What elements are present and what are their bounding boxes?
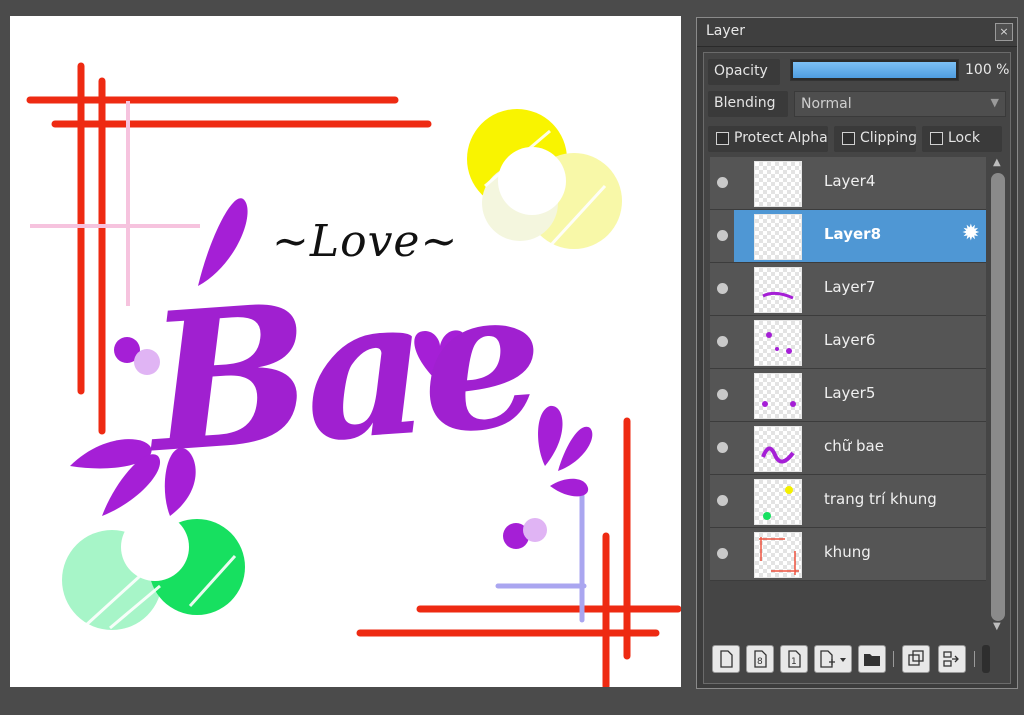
layer-name: Layer8 xyxy=(824,225,882,243)
bae-text: Bae xyxy=(142,245,544,496)
clipping-checkbox[interactable]: Clipping xyxy=(834,126,917,152)
new-8bit-layer-glyph: 8 xyxy=(754,650,767,668)
visibility-icon[interactable] xyxy=(717,442,728,453)
checkbox-box xyxy=(716,132,729,145)
opacity-value: 100 % xyxy=(965,62,1010,78)
layer-row[interactable]: Layer6 xyxy=(710,316,986,369)
opacity-label: Opacity xyxy=(714,63,768,79)
new-folder-glyph xyxy=(864,654,880,666)
opacity-slider[interactable] xyxy=(790,59,959,81)
opacity-slider-fill xyxy=(793,62,956,78)
protect-alpha-label: Protect Alpha xyxy=(734,130,828,146)
visibility-icon[interactable] xyxy=(717,283,728,294)
blending-label: Blending xyxy=(714,95,776,111)
scroll-down-icon[interactable]: ▼ xyxy=(993,621,1001,632)
protect-alpha-checkbox[interactable]: Protect Alpha xyxy=(708,126,828,152)
visibility-icon[interactable] xyxy=(717,495,728,506)
blending-label-box: Blending xyxy=(708,91,788,117)
layer-thumbnail xyxy=(754,320,802,366)
scroll-up-icon[interactable]: ▲ xyxy=(993,157,1001,168)
layer-thumbnail xyxy=(754,267,802,313)
layer-toolbar: 8 1 xyxy=(708,639,1006,679)
visibility-icon[interactable] xyxy=(717,548,728,559)
new-layer-icon[interactable] xyxy=(712,645,740,673)
layer-row-selected[interactable]: Layer8 ✹ xyxy=(710,210,986,263)
merge-layer-glyph xyxy=(943,651,959,667)
blending-mode-select[interactable]: Normal ▼ xyxy=(794,91,1006,117)
thumbnail-art xyxy=(761,446,795,464)
layer-name: Layer4 xyxy=(824,172,876,190)
visibility-icon[interactable] xyxy=(717,336,728,347)
visibility-icon[interactable] xyxy=(717,389,728,400)
clipping-label: Clipping xyxy=(860,130,917,146)
duplicate-layer-icon[interactable] xyxy=(902,645,930,673)
opacity-label-box: Opacity xyxy=(708,59,780,85)
new-folder-icon[interactable] xyxy=(858,645,886,673)
toolbar-grip[interactable] xyxy=(982,645,990,673)
toolbar-divider xyxy=(974,651,975,667)
new-1bit-layer-glyph: 1 xyxy=(788,650,801,668)
layer-thumbnail xyxy=(754,161,802,207)
layer-name: Layer7 xyxy=(824,278,876,296)
layer-row[interactable]: Layer4 xyxy=(710,157,986,210)
layer-name: Layer6 xyxy=(824,331,876,349)
blending-mode-value: Normal xyxy=(801,96,852,112)
layer-list: Layer4 Layer8 ✹ Layer7 Layer6 Layer5 chữ… xyxy=(710,157,988,587)
checkbox-box xyxy=(930,132,943,145)
layer-row[interactable]: Layer7 xyxy=(710,263,986,316)
visibility-icon[interactable] xyxy=(717,177,728,188)
add-layer-menu-icon[interactable] xyxy=(814,645,852,673)
layer-thumbnail xyxy=(754,214,802,260)
scrollbar-thumb[interactable] xyxy=(991,173,1005,621)
close-icon[interactable]: × xyxy=(995,23,1013,41)
layer-row[interactable]: khung xyxy=(710,528,986,581)
lock-checkbox[interactable]: Lock xyxy=(922,126,1002,152)
layer-name: trang trí khung xyxy=(824,490,937,508)
add-layer-menu-glyph xyxy=(820,650,846,668)
duplicate-layer-glyph xyxy=(908,650,924,666)
layer-thumbnail xyxy=(754,426,802,472)
new-layer-glyph xyxy=(720,650,733,668)
chevron-down-icon: ▼ xyxy=(990,96,999,109)
svg-text:1: 1 xyxy=(791,657,797,667)
new-1bit-layer-icon[interactable]: 1 xyxy=(780,645,808,673)
thumbnail-art xyxy=(762,291,794,300)
layer-row[interactable]: chữ bae xyxy=(710,422,986,475)
checkbox-box xyxy=(842,132,855,145)
layer-panel-title: Layer xyxy=(706,23,746,39)
drawing-canvas[interactable]: ~Love~ Bae xyxy=(10,16,681,687)
layer-thumbnail xyxy=(754,373,802,419)
layer-row[interactable]: Layer5 xyxy=(710,369,986,422)
merge-layer-icon[interactable] xyxy=(938,645,966,673)
svg-text:8: 8 xyxy=(757,657,763,667)
thumbnail-art xyxy=(762,401,796,407)
layer-list-scrollbar[interactable]: ▲ ▼ xyxy=(989,157,1007,637)
layer-name: khung xyxy=(824,543,871,561)
layer-name: Layer5 xyxy=(824,384,876,402)
layer-thumbnail xyxy=(754,479,802,525)
layer-panel-titlebar[interactable]: Layer × xyxy=(697,18,1017,47)
layer-panel-body: Opacity 100 % Blending Normal ▼ Protect … xyxy=(703,52,1011,684)
new-8bit-layer-icon[interactable]: 8 xyxy=(746,645,774,673)
layer-panel: Layer × Opacity 100 % Blending Normal ▼ … xyxy=(696,17,1018,689)
thumbnail-art xyxy=(766,332,792,354)
thumbnail-art xyxy=(759,537,799,575)
gear-icon[interactable]: ✹ xyxy=(962,223,980,245)
visibility-icon[interactable] xyxy=(717,230,728,241)
layer-thumbnail xyxy=(754,532,802,578)
toolbar-divider xyxy=(893,651,894,667)
lock-label: Lock xyxy=(948,130,980,146)
layer-row[interactable]: trang trí khung xyxy=(710,475,986,528)
layer-name: chữ bae xyxy=(824,437,884,455)
thumbnail-art xyxy=(763,486,793,520)
